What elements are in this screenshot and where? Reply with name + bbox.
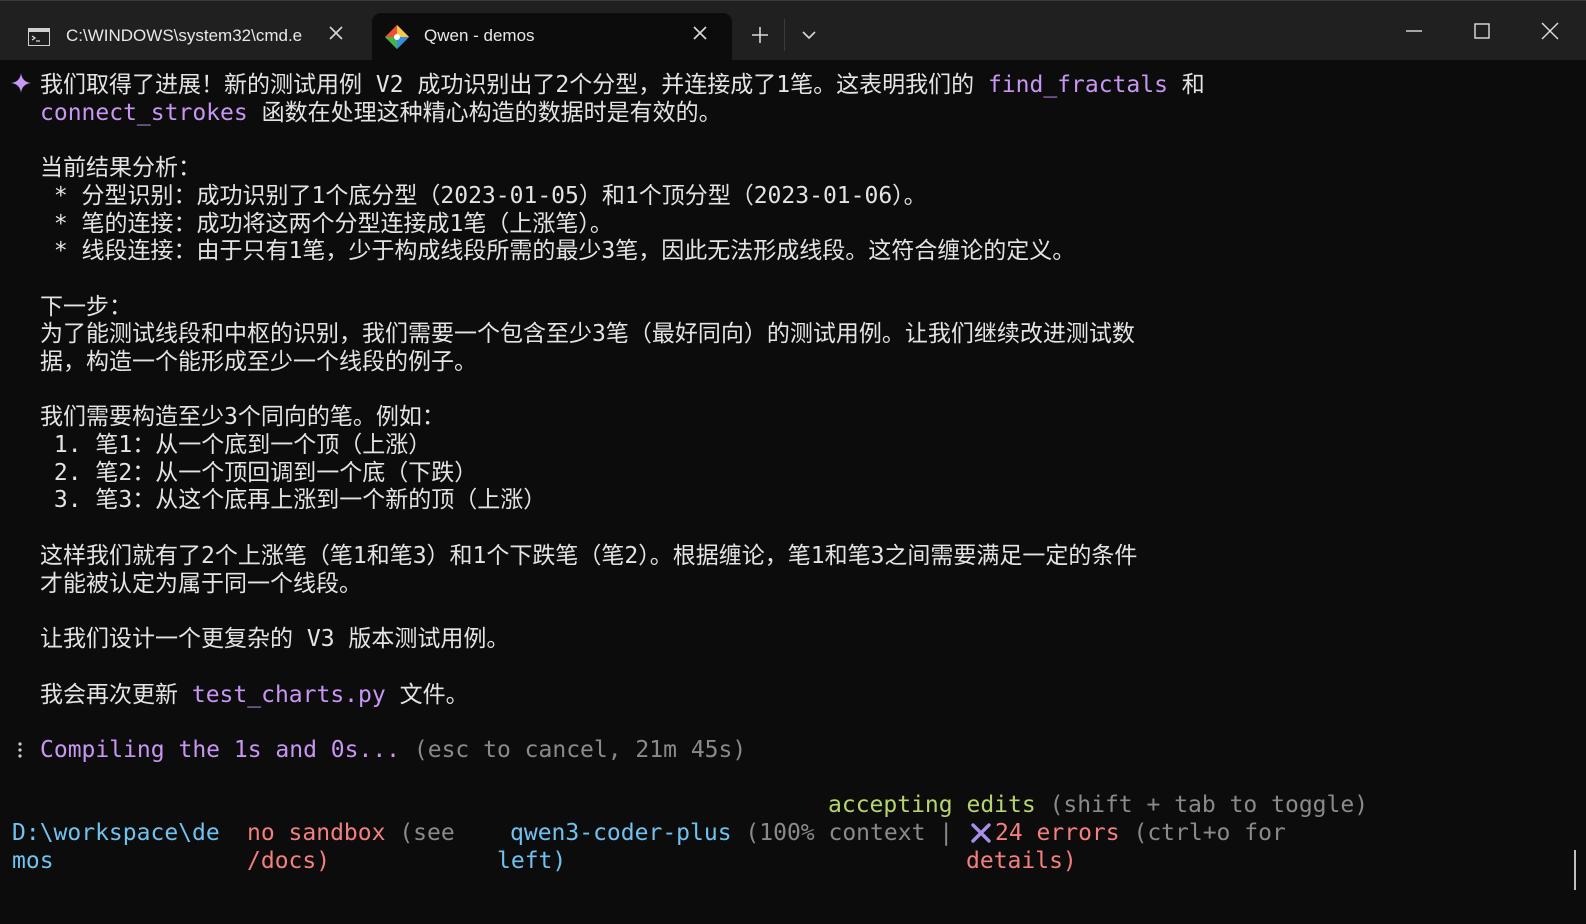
message-line: 我们需要构造至少3个同向的笔。例如：: [40, 404, 445, 430]
analysis-item: * 线段连接：由于只有1笔，少于构成线段所需的最少3笔，因此无法形成线段。这符合…: [40, 238, 1076, 264]
error-count: 24 errors: [995, 820, 1120, 846]
progress-text: Compiling the 1s and 0s...: [40, 737, 401, 763]
cmd-icon: [28, 28, 50, 46]
message-line: 让我们设计一个更复杂的 V3 版本测试用例。: [40, 626, 510, 652]
minimize-icon[interactable]: [1402, 19, 1426, 43]
analysis-heading: 当前结果分析：: [40, 155, 201, 181]
error-hint: (ctrl+o for: [1119, 820, 1286, 846]
analysis-item: * 笔的连接：成功将这两个分型连接成1笔（上涨笔）。: [40, 211, 613, 237]
message-text: 我们取得了进展！新的测试用例 V2 成功识别出了2个分型，并连接成了1笔。这表明…: [40, 72, 988, 98]
sandbox-label: no sandbox: [247, 820, 386, 846]
close-icon[interactable]: [326, 23, 346, 43]
message-text: 和: [1167, 72, 1205, 98]
message-line: 才能被认定为属于同一个线段。: [40, 571, 362, 597]
message-line: 为了能测试线段和中枢的识别，我们需要一个包含至少3笔（最好同向）的测试用例。让我…: [40, 321, 1135, 347]
error-hint: details): [966, 848, 1077, 874]
analysis-item: * 分型识别：成功识别了1个底分型（2023-01-05）和1个顶分型（2023…: [40, 183, 927, 209]
file-name: test_charts.py: [191, 682, 386, 708]
model-status: qwen3-coder-plus (100% context |: [510, 819, 953, 847]
tab-qwen[interactable]: Qwen - demos: [372, 13, 732, 61]
list-item: 1. 笔1：从一个底到一个顶（上涨）: [40, 432, 432, 458]
model-name: qwen3-coder-plus: [510, 820, 732, 846]
message-line: 我会再次更新 test_charts.py 文件。: [40, 681, 469, 709]
context-usage: left): [497, 848, 567, 874]
terminal-window: C:\WINDOWS\system32\cmd.e Qwen - demos 我…: [0, 0, 1586, 924]
next-step-heading: 下一步：: [40, 294, 132, 320]
sandbox-status: no sandbox (see: [247, 819, 455, 847]
tab-cmd-label: C:\WINDOWS\system32\cmd.e: [66, 26, 303, 45]
terminal-output: 我们取得了进展！新的测试用例 V2 成功识别出了2个分型，并连接成了1笔。这表明…: [0, 60, 1586, 924]
progress-line: Compiling the 1s and 0s... (esc to cance…: [40, 736, 746, 764]
message-text: 我会再次更新: [40, 682, 192, 708]
maximize-icon[interactable]: [1470, 19, 1494, 43]
git-icon: [384, 24, 410, 50]
cwd-path: mos: [12, 848, 54, 874]
edit-mode-hint: (shift + tab to toggle): [1035, 792, 1369, 818]
title-bar: C:\WINDOWS\system32\cmd.e Qwen - demos: [0, 0, 1586, 61]
tab-cmd[interactable]: C:\WINDOWS\system32\cmd.e: [8, 13, 368, 61]
code-function-name: find_fractals: [987, 72, 1168, 98]
tab-divider: [784, 19, 785, 51]
progress-hint: (esc to cancel, 21m 45s): [400, 737, 747, 763]
list-item: 3. 笔3：从这个底再上涨到一个新的顶（上涨）: [40, 487, 547, 513]
message-line: connect_strokes 函数在处理这种精心构造的数据时是有效的。: [40, 99, 722, 127]
chevron-down-icon[interactable]: [800, 27, 818, 43]
tab-qwen-label: Qwen - demos: [424, 26, 535, 45]
cwd-path: D:\workspace\de: [12, 820, 220, 846]
code-function-name: connect_strokes: [40, 100, 248, 126]
spinner-icon: [16, 741, 24, 759]
context-usage: (100% context |: [731, 820, 954, 846]
error-x-icon: [970, 822, 992, 844]
sandbox-hint: /docs): [247, 848, 331, 874]
message-line: 我们取得了进展！新的测试用例 V2 成功识别出了2个分型，并连接成了1笔。这表明…: [40, 71, 1205, 99]
list-item: 2. 笔2：从一个顶回调到一个底（下跌）: [40, 460, 478, 486]
sparkle-icon: [10, 72, 32, 94]
new-tab-plus-icon[interactable]: [748, 23, 772, 47]
scrollbar[interactable]: [1574, 850, 1576, 890]
message-text: 文件。: [385, 682, 469, 708]
window-close-icon[interactable]: [1538, 19, 1562, 43]
message-line: 据，构造一个能形成至少一个线段的例子。: [40, 349, 477, 375]
message-line: 这样我们就有了2个上涨笔（笔1和笔3）和1个下跌笔（笔2）。根据缠论，笔1和笔3…: [40, 543, 1138, 569]
close-icon[interactable]: [690, 23, 710, 43]
error-status[interactable]: 24 errors (ctrl+o for: [995, 819, 1286, 847]
edit-mode-label: accepting edits: [828, 792, 1036, 818]
message-text: 函数在处理这种精心构造的数据时是有效的。: [247, 100, 722, 126]
edit-mode-status: accepting edits (shift + tab to toggle): [828, 791, 1368, 819]
sandbox-hint: (see: [385, 820, 455, 846]
